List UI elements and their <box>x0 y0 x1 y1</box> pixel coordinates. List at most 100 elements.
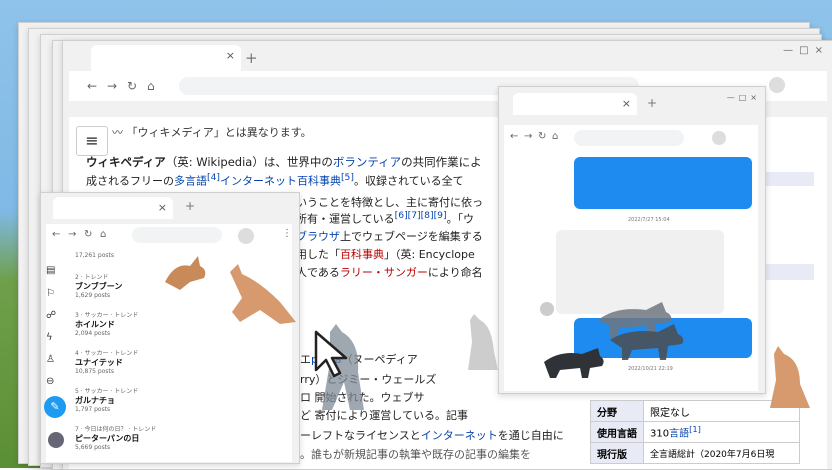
more-icon[interactable]: ⋮ <box>282 228 292 239</box>
list-icon[interactable]: ▤ <box>46 265 55 276</box>
back-icon[interactable]: ← <box>510 131 518 142</box>
trend-item[interactable]: 2 · トレンド ブンブブーン 1,629 posts <box>75 272 122 299</box>
link-volunteer[interactable]: ボランティア <box>333 155 401 169</box>
text-run: ーレフトなライセンスと <box>300 429 421 442</box>
trend-category: 5 · サッカー · トレンド <box>75 388 139 395</box>
profile-icon[interactable] <box>769 77 785 93</box>
refs-6-9[interactable]: [6][7][8][9] <box>395 210 447 221</box>
trends-toolbar: ← → ↻ ⌂ ⋮ <box>46 224 292 248</box>
close-tab-icon[interactable]: × <box>158 201 167 214</box>
profile-icon[interactable] <box>712 131 726 145</box>
trend-name: ユナイテッド <box>75 358 123 367</box>
maximize-icon[interactable]: □ <box>739 93 751 102</box>
hatnote-icon: 〰 <box>112 126 127 139</box>
menu-button[interactable]: ≡ <box>76 126 108 156</box>
infobox-label: 現行版 <box>590 442 644 464</box>
ref-5[interactable]: [5] <box>341 172 354 183</box>
profile-icon[interactable] <box>238 228 254 244</box>
back-icon[interactable]: ← <box>52 229 60 240</box>
trend-posts: 2,094 posts <box>75 330 111 337</box>
window-controls[interactable]: —□× <box>727 93 761 102</box>
text-run: 所有・運営している <box>296 212 395 226</box>
close-icon[interactable]: × <box>815 45 829 56</box>
communities-icon[interactable]: ☍ <box>46 310 56 321</box>
reload-icon[interactable]: ↻ <box>84 229 92 240</box>
infobox-label: 分野 <box>590 400 644 422</box>
message-bubble-sent <box>574 157 752 209</box>
wiki-line-13: 。誰もが新規記事の執筆や既存の記事の編集を <box>300 448 531 461</box>
trend-name: ピーターパンの日 <box>75 434 140 443</box>
text-run: を通じ自由に <box>497 429 564 442</box>
trend-category: 7 · 今日は何の日？ · トレンド <box>75 426 157 433</box>
trend-item[interactable]: 17,261 posts <box>75 252 114 259</box>
close-tab-icon[interactable]: × <box>622 97 631 110</box>
trend-item[interactable]: 3 · サッカー · トレンド ホイルンド 2,094 posts <box>75 310 138 337</box>
bookmark-icon[interactable]: ⚐ <box>46 288 55 299</box>
trends-tab[interactable]: × <box>53 197 173 219</box>
trend-category: 4 · サッカー · トレンド <box>75 350 139 357</box>
text-run: 成されるフリーの <box>86 174 174 188</box>
window-controls[interactable]: —□× <box>783 45 829 56</box>
sender-avatar <box>540 302 554 316</box>
link-internet-2[interactable]: インターネット <box>421 429 498 442</box>
reload-icon[interactable]: ↻ <box>127 79 137 93</box>
minimize-icon[interactable]: — <box>727 93 739 102</box>
chat-toolbar: ← → ↻ ⌂ <box>504 125 758 153</box>
hatnote-text: 「ウィキメディア」とは異なります。 <box>126 126 312 139</box>
profile-nav-icon[interactable]: ♙ <box>46 354 55 365</box>
trend-name: ブンブブーン <box>75 282 123 291</box>
link-language[interactable]: 言語 <box>669 429 689 440</box>
new-tab-icon[interactable]: + <box>185 199 195 213</box>
ref-1[interactable]: [1] <box>689 424 701 434</box>
cat-silhouette-walking-2 <box>610 324 684 360</box>
link-multilingual[interactable]: 多言語 <box>174 175 207 188</box>
home-icon[interactable]: ⌂ <box>552 131 558 142</box>
link-encyclopedia[interactable]: 百科事典 <box>297 175 341 188</box>
trend-posts: 10,875 posts <box>75 368 114 375</box>
wiki-line-4: 所有・運営している[6][7][8][9]。「ウ <box>296 210 474 227</box>
trend-item[interactable]: 4 · サッカー · トレンド ユナイテッド 10,875 posts <box>75 348 138 375</box>
more-circle-icon[interactable]: ⊖ <box>46 376 54 387</box>
forward-icon[interactable]: → <box>68 229 76 240</box>
text-run: 」（英: Encyclope <box>384 248 475 261</box>
reload-icon[interactable]: ↻ <box>538 131 546 142</box>
link-internet[interactable]: インターネット <box>220 175 297 188</box>
user-avatar[interactable] <box>48 432 64 448</box>
cat-silhouette-orange-sitting <box>770 346 810 408</box>
close-icon[interactable]: × <box>750 93 761 102</box>
trend-category: 3 · サッカー · トレンド <box>75 312 139 319</box>
back-icon[interactable]: ← <box>87 79 97 93</box>
text-run: 用した「 <box>296 248 340 261</box>
mouse-cursor-icon <box>314 330 348 378</box>
trend-item[interactable]: 7 · 今日は何の日？ · トレンド ピーターパンの日 5,669 posts <box>75 424 156 451</box>
forward-icon[interactable]: → <box>524 131 532 142</box>
new-tab-icon[interactable]: + <box>245 49 258 67</box>
home-icon[interactable]: ⌂ <box>100 229 106 240</box>
minimize-icon[interactable]: — <box>783 45 799 56</box>
text-run: 。収録されている全て <box>353 174 464 188</box>
message-timestamp: 2022/10/21 22:19 <box>628 366 673 372</box>
link-encyclopedia-2[interactable]: 百科事典 <box>340 248 384 261</box>
trend-item[interactable]: 5 · サッカー · トレンド ガルナチョ 1,797 posts <box>75 386 138 413</box>
address-bar[interactable] <box>574 130 684 146</box>
close-tab-icon[interactable]: × <box>226 49 235 62</box>
text-run: エ <box>300 353 311 366</box>
link-browser[interactable]: ブラウザ <box>296 230 340 243</box>
wiki-paragraph-1: ウィキペディア（英: Wikipedia）は、世界中のボランティアの共同作業によ <box>86 154 482 170</box>
wiki-tab[interactable]: × <box>91 45 241 71</box>
bolt-icon[interactable]: ϟ <box>46 332 53 343</box>
ref-4[interactable]: [4] <box>207 172 220 183</box>
address-bar[interactable] <box>132 227 222 243</box>
infobox-value: 310言語[1] <box>643 421 800 443</box>
forward-icon[interactable]: → <box>107 79 117 93</box>
compose-button[interactable]: ✎ <box>44 396 66 418</box>
maximize-icon[interactable]: □ <box>799 45 814 56</box>
text-run: 上でウェブページを編集する <box>340 230 483 243</box>
new-tab-icon[interactable]: + <box>647 96 657 110</box>
infobox-value: 全言語総計（2020年7月6日現 <box>643 442 800 464</box>
text-run: により命名 <box>427 266 483 279</box>
cat-silhouette-gray-light <box>468 314 498 370</box>
link-larry-sanger[interactable]: ラリー・サンガー <box>340 266 428 279</box>
chat-tab[interactable]: × <box>513 93 637 115</box>
home-icon[interactable]: ⌂ <box>147 79 155 93</box>
